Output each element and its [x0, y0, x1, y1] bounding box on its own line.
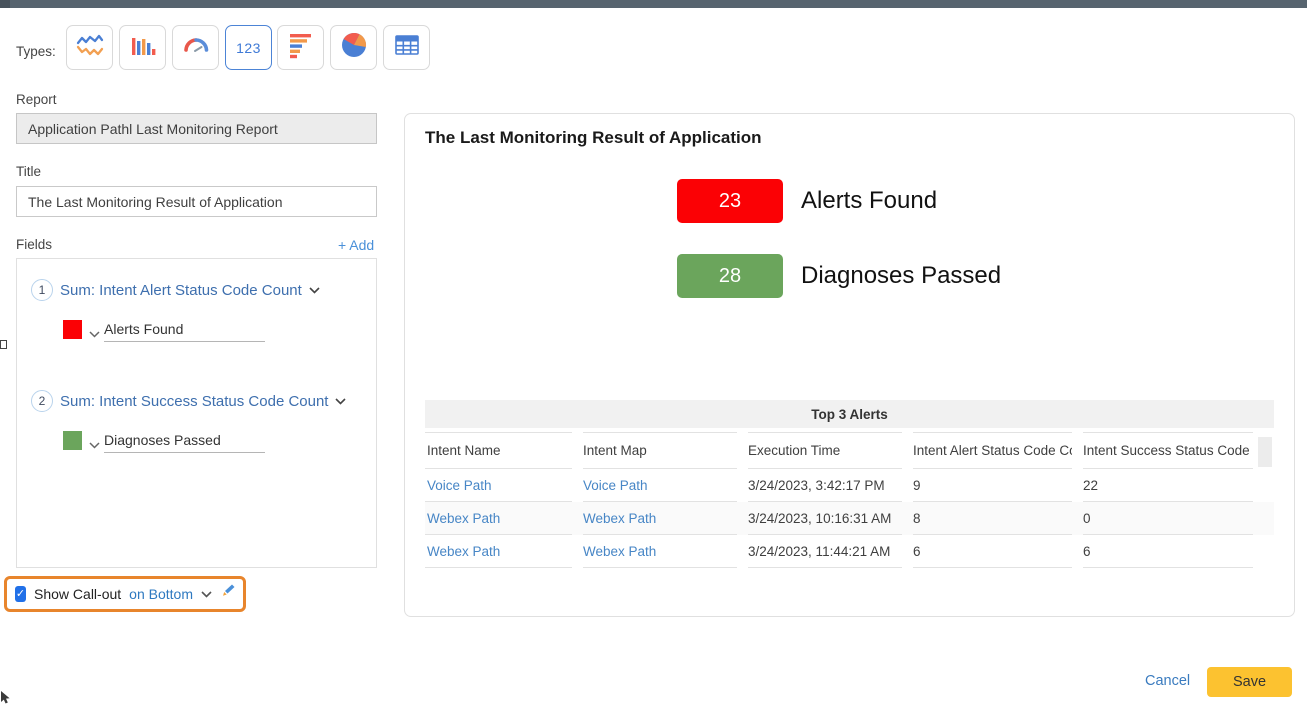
column-header: Intent Alert Status Code Count	[913, 432, 1072, 469]
table-title: Top 3 Alerts	[425, 400, 1274, 428]
add-field-button[interactable]: + Add	[338, 237, 374, 253]
success-count-cell: 6	[1083, 535, 1253, 568]
table-row: Webex Path Webex Path 3/24/2023, 11:44:2…	[425, 535, 1274, 568]
column-header: Intent Success Status Code Count	[1083, 432, 1253, 469]
cancel-button[interactable]: Cancel	[1145, 673, 1190, 689]
type-bar-chart-button[interactable]	[119, 25, 166, 70]
show-callout-label: Show Call-out	[34, 586, 122, 602]
chevron-down-icon	[335, 392, 347, 410]
field-color-swatch[interactable]	[63, 431, 82, 450]
intent-map-link[interactable]: Voice Path	[583, 469, 737, 502]
save-button[interactable]: Save	[1207, 667, 1292, 697]
field-alias-input[interactable]: Alerts Found	[104, 321, 265, 342]
diagnoses-passed-label: Diagnoses Passed	[801, 262, 1002, 289]
alert-count-cell: 6	[913, 535, 1072, 568]
field-color-swatch[interactable]	[63, 320, 82, 339]
alert-count-cell: 9	[913, 469, 1072, 502]
type-pie-chart-button[interactable]	[330, 25, 377, 70]
field-source-label: Sum: Intent Success Status Code Count	[60, 392, 329, 410]
intent-name-link[interactable]: Webex Path	[425, 535, 572, 568]
types-label: Types:	[16, 44, 56, 59]
chevron-down-icon	[309, 281, 320, 299]
field-index-badge: 1	[31, 279, 53, 301]
chevron-down-icon[interactable]	[201, 585, 212, 603]
report-input[interactable]: Application Pathl Last Monitoring Report	[16, 113, 377, 144]
pie-chart-icon	[338, 29, 370, 66]
gauge-icon	[180, 29, 212, 66]
alert-count-cell: 8	[913, 502, 1072, 535]
callout-position-select[interactable]: on Bottom	[129, 586, 193, 602]
column-header: Intent Map	[583, 432, 737, 469]
title-input[interactable]: The Last Monitoring Result of Applicatio…	[16, 186, 377, 217]
execution-time-cell: 3/24/2023, 3:42:17 PM	[748, 469, 902, 502]
table-row: Voice Path Voice Path 3/24/2023, 3:42:17…	[425, 469, 1274, 502]
alerts-found-value: 23	[718, 189, 742, 212]
top-alerts-table: Top 3 Alerts Intent Name Intent Map Exec…	[425, 400, 1274, 568]
column-header: Execution Time	[748, 432, 902, 469]
type-table-button[interactable]	[383, 25, 430, 70]
intent-map-link[interactable]: Webex Path	[583, 535, 737, 568]
table-row: Webex Path Webex Path 3/24/2023, 10:16:3…	[425, 502, 1274, 535]
title-label: Title	[16, 164, 42, 179]
horizontal-bar-chart-icon	[285, 29, 317, 66]
panel-edge-handle	[0, 340, 7, 349]
type-gauge-button[interactable]	[172, 25, 219, 70]
success-count-cell: 0	[1083, 502, 1253, 535]
top-accent-bar	[0, 0, 1307, 8]
column-header: Intent Name	[425, 432, 572, 469]
success-count-cell: 22	[1083, 469, 1253, 502]
type-horizontal-bar-button[interactable]	[277, 25, 324, 70]
field-source-select[interactable]: Sum: Intent Alert Status Code Count	[60, 281, 320, 299]
check-icon: ✓	[15, 587, 26, 600]
show-callout-checkbox[interactable]: ✓	[15, 586, 27, 602]
line-chart-icon	[74, 29, 106, 66]
intent-name-link[interactable]: Voice Path	[425, 469, 572, 502]
preview-title: The Last Monitoring Result of Applicatio…	[425, 128, 762, 147]
edit-pencil-icon[interactable]	[220, 584, 235, 604]
chevron-down-icon[interactable]	[89, 325, 100, 343]
bar-chart-icon	[127, 29, 159, 66]
field-source-label: Sum: Intent Alert Status Code Count	[60, 281, 302, 299]
type-line-chart-button[interactable]	[66, 25, 113, 70]
execution-time-cell: 3/24/2023, 10:16:31 AM	[748, 502, 902, 535]
field-index-badge: 2	[31, 390, 53, 412]
diagnoses-passed-value: 28	[718, 264, 742, 287]
alerts-found-label: Alerts Found	[801, 187, 938, 214]
preview-card: The Last Monitoring Result of Applicatio…	[404, 113, 1295, 617]
number-123-icon: 123	[236, 39, 261, 56]
report-label: Report	[16, 92, 57, 107]
field-source-select[interactable]: Sum: Intent Success Status Code Count	[60, 392, 347, 410]
alerts-found-value-box: 23	[677, 179, 783, 223]
type-number-button[interactable]: 123	[225, 25, 272, 70]
table-header-row: Intent Name Intent Map Execution Time In…	[425, 432, 1274, 469]
field-alias-input[interactable]: Diagnoses Passed	[104, 432, 265, 453]
chevron-down-icon[interactable]	[89, 436, 100, 454]
show-callout-setting: ✓ Show Call-out on Bottom	[4, 576, 246, 612]
intent-name-link[interactable]: Webex Path	[425, 502, 572, 535]
top-accent-corner	[0, 0, 10, 8]
fields-panel: 1 Sum: Intent Alert Status Code Count Al…	[16, 258, 377, 568]
intent-map-link[interactable]: Webex Path	[583, 502, 737, 535]
table-scrollbar-thumb[interactable]	[1258, 437, 1272, 467]
diagnoses-passed-value-box: 28	[677, 254, 783, 298]
execution-time-cell: 3/24/2023, 11:44:21 AM	[748, 535, 902, 568]
fields-label: Fields	[16, 237, 53, 252]
table-icon	[391, 29, 423, 66]
mouse-cursor-icon	[1, 691, 12, 710]
